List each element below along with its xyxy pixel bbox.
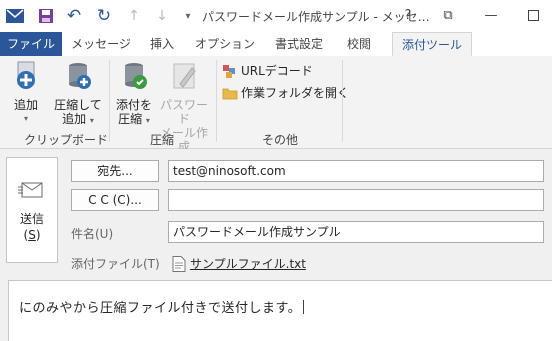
tab-insert[interactable]: 挿入: [140, 32, 184, 56]
group-separator: [342, 60, 343, 142]
url-decode-icon: [223, 64, 235, 78]
help-button[interactable]: ?: [395, 4, 421, 26]
message-body[interactable]: にのみやから圧縮ファイル付きで送付します。: [8, 280, 552, 341]
group-label-clipboard: クリップボード: [24, 133, 109, 147]
folder-icon: [222, 88, 238, 99]
ribbon-panel: 追加 ▾ 圧縮して 追加 ▾ クリップボード 添付を 圧縮 ▾ パスワード メー…: [0, 56, 552, 154]
attachment-name: サンプルファイル.txt: [190, 257, 306, 271]
ribbon-display-button[interactable]: ⧉: [435, 4, 461, 26]
add-file-icon: [17, 61, 35, 89]
group-separator: [216, 60, 217, 142]
tab-options[interactable]: オプション: [190, 32, 260, 56]
minimize-button[interactable]: —: [478, 4, 504, 26]
compress-add-button[interactable]: 圧縮して 追加 ▾: [52, 60, 104, 128]
redo-icon[interactable]: ↻: [94, 6, 114, 26]
tab-message[interactable]: メッセージ: [66, 32, 136, 56]
pencil-icon: [173, 63, 196, 89]
subject-field[interactable]: パスワードメール作成サンプル: [168, 221, 544, 243]
group-label-other: その他: [262, 133, 299, 147]
url-decode-button[interactable]: URLデコード: [222, 62, 313, 79]
attachment-item[interactable]: サンプルファイル.txt: [172, 255, 306, 272]
text-file-icon: [172, 255, 186, 272]
maximize-button[interactable]: [520, 4, 546, 26]
add-button[interactable]: 追加 ▾: [8, 60, 44, 126]
tab-format-text[interactable]: 書式設定: [264, 32, 334, 56]
compress-attachment-icon: [125, 63, 147, 89]
outlook-app-icon[interactable]: [5, 6, 25, 26]
attachment-label: 添付ファイル(T): [71, 257, 160, 271]
send-shortcut: S: [28, 228, 36, 242]
customize-toolbar-icon[interactable]: ▾: [178, 6, 198, 26]
message-header: 送信 (S) 宛先... test@ninosoft.com C C (C)..…: [0, 149, 552, 341]
compress-attachment-dropdown-icon: ▾: [145, 116, 150, 125]
tab-file[interactable]: ファイル: [0, 32, 62, 56]
group-label-compress: 圧縮: [150, 133, 175, 147]
ribbon-tabs: ファイル メッセージ 挿入 オプション 書式設定 校閲 添付ツール: [0, 32, 552, 57]
group-separator: [109, 60, 110, 142]
text-cursor: [303, 300, 305, 314]
arrow-down-icon[interactable]: ↓: [152, 6, 172, 26]
compress-add-dropdown-icon: ▾: [89, 116, 94, 125]
save-icon[interactable]: [36, 6, 56, 26]
send-label: 送信: [19, 212, 44, 226]
subject-label: 件名(U): [71, 227, 114, 241]
add-dropdown-icon: ▾: [23, 114, 28, 123]
to-button[interactable]: 宛先...: [71, 160, 159, 182]
to-field[interactable]: test@ninosoft.com: [168, 160, 544, 182]
cc-button[interactable]: C C (C)...: [71, 189, 159, 211]
tab-attachment-tools[interactable]: 添付ツール: [392, 32, 472, 56]
send-envelope-icon: [18, 182, 43, 198]
send-button[interactable]: 送信 (S): [6, 157, 58, 263]
open-work-folder-button[interactable]: 作業フォルダを開く: [222, 84, 349, 101]
body-text: にのみやから圧縮ファイル付きで送付します。: [19, 301, 302, 316]
title-bar: ↶ ↻ ↑ ↓ ▾ パスワードメール作成サンプル - メッセ… ? ⧉ —: [0, 0, 552, 32]
compress-attachment-button[interactable]: 添付を 圧縮 ▾: [114, 60, 154, 128]
compress-add-icon: [69, 63, 91, 89]
cc-field[interactable]: [168, 189, 544, 211]
tab-review[interactable]: 校閲: [334, 32, 384, 56]
undo-icon[interactable]: ↶: [64, 6, 84, 26]
arrow-up-icon[interactable]: ↑: [124, 6, 144, 26]
